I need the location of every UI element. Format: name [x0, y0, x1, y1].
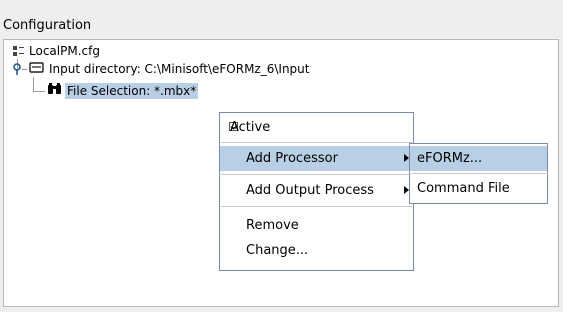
- context-menu: Active Add Processor Add Output Process …: [219, 112, 414, 271]
- expand-handle-icon[interactable]: [13, 63, 21, 75]
- config-file-icon: [13, 45, 24, 57]
- menu-item-remove[interactable]: Remove: [220, 213, 413, 238]
- menu-item-add-processor[interactable]: Add Processor: [220, 146, 413, 171]
- menu-item-add-output-label: Add Output Process: [246, 183, 374, 198]
- menu-item-change[interactable]: Change...: [220, 238, 413, 263]
- menu-item-change-label: Change...: [246, 243, 309, 258]
- menu-item-add-processor-label: Add Processor: [246, 151, 338, 166]
- menu-item-add-output-process[interactable]: Add Output Process: [220, 178, 413, 203]
- menu-item-active-label: Active: [230, 120, 271, 135]
- submenu-item-eformz-label: eFORMz...: [417, 151, 483, 166]
- menu-item-active[interactable]: Active: [220, 115, 413, 140]
- menu-item-remove-label: Remove: [246, 218, 299, 233]
- folder-icon: [29, 61, 44, 77]
- submenu-item-eformz[interactable]: eFORMz...: [410, 146, 547, 171]
- tree-node-input-directory-label: Input directory: C:\Minisoft\eFORMz_6\In…: [49, 62, 310, 76]
- tree-node-root[interactable]: LocalPM.cfg: [13, 43, 102, 59]
- panel-title: Configuration: [3, 18, 92, 33]
- submenu-item-command-file[interactable]: Command File: [410, 176, 547, 201]
- tree-node-input-directory[interactable]: Input directory: C:\Minisoft\eFORMz_6\In…: [13, 61, 311, 77]
- submenu-item-command-file-label: Command File: [417, 181, 510, 196]
- binoculars-icon: [47, 83, 62, 99]
- tree-node-root-label: LocalPM.cfg: [29, 44, 100, 58]
- tree-node-file-selection-label: File Selection: *.mbx*: [65, 83, 199, 99]
- processor-submenu: eFORMz... Command File: [409, 143, 548, 204]
- tree-node-file-selection[interactable]: File Selection: *.mbx*: [47, 83, 199, 99]
